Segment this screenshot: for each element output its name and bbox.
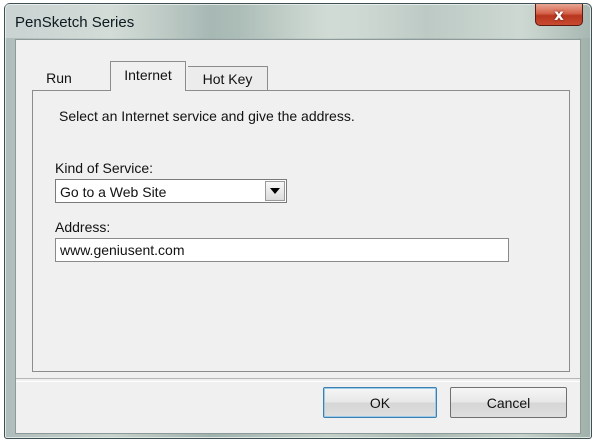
button-separator: [16, 378, 580, 382]
address-input[interactable]: [55, 238, 509, 262]
title-bar[interactable]: PenSketch Series x: [5, 4, 591, 38]
tab-hot-key-label: Hot Key: [202, 70, 253, 87]
dropdown-button[interactable]: [265, 181, 285, 201]
kind-of-service-value: Go to a Web Site: [60, 184, 167, 200]
tab-hot-key[interactable]: Hot Key: [188, 66, 268, 90]
tab-run-label: Run: [46, 70, 72, 86]
address-label: Address:: [55, 219, 111, 235]
close-button[interactable]: x: [535, 4, 583, 26]
window-title: PenSketch Series: [15, 14, 135, 31]
close-icon: x: [554, 5, 564, 24]
instruction-text: Select an Internet service and give the …: [59, 108, 355, 124]
tab-internet[interactable]: Internet: [110, 61, 186, 91]
kind-of-service-label: Kind of Service:: [55, 160, 154, 176]
ok-button[interactable]: OK: [323, 387, 437, 418]
dialog-client-area: Run Internet Hot Key Select an Internet …: [15, 39, 581, 434]
tab-internet-label: Internet: [124, 66, 172, 83]
kind-of-service-select[interactable]: Go to a Web Site: [55, 179, 287, 203]
tab-run[interactable]: Run: [32, 66, 86, 90]
chevron-down-icon: [270, 188, 280, 194]
dialog-window: PenSketch Series x Run Internet Hot Key …: [4, 3, 592, 439]
internet-tab-panel: Select an Internet service and give the …: [32, 90, 570, 372]
cancel-button[interactable]: Cancel: [450, 387, 567, 418]
